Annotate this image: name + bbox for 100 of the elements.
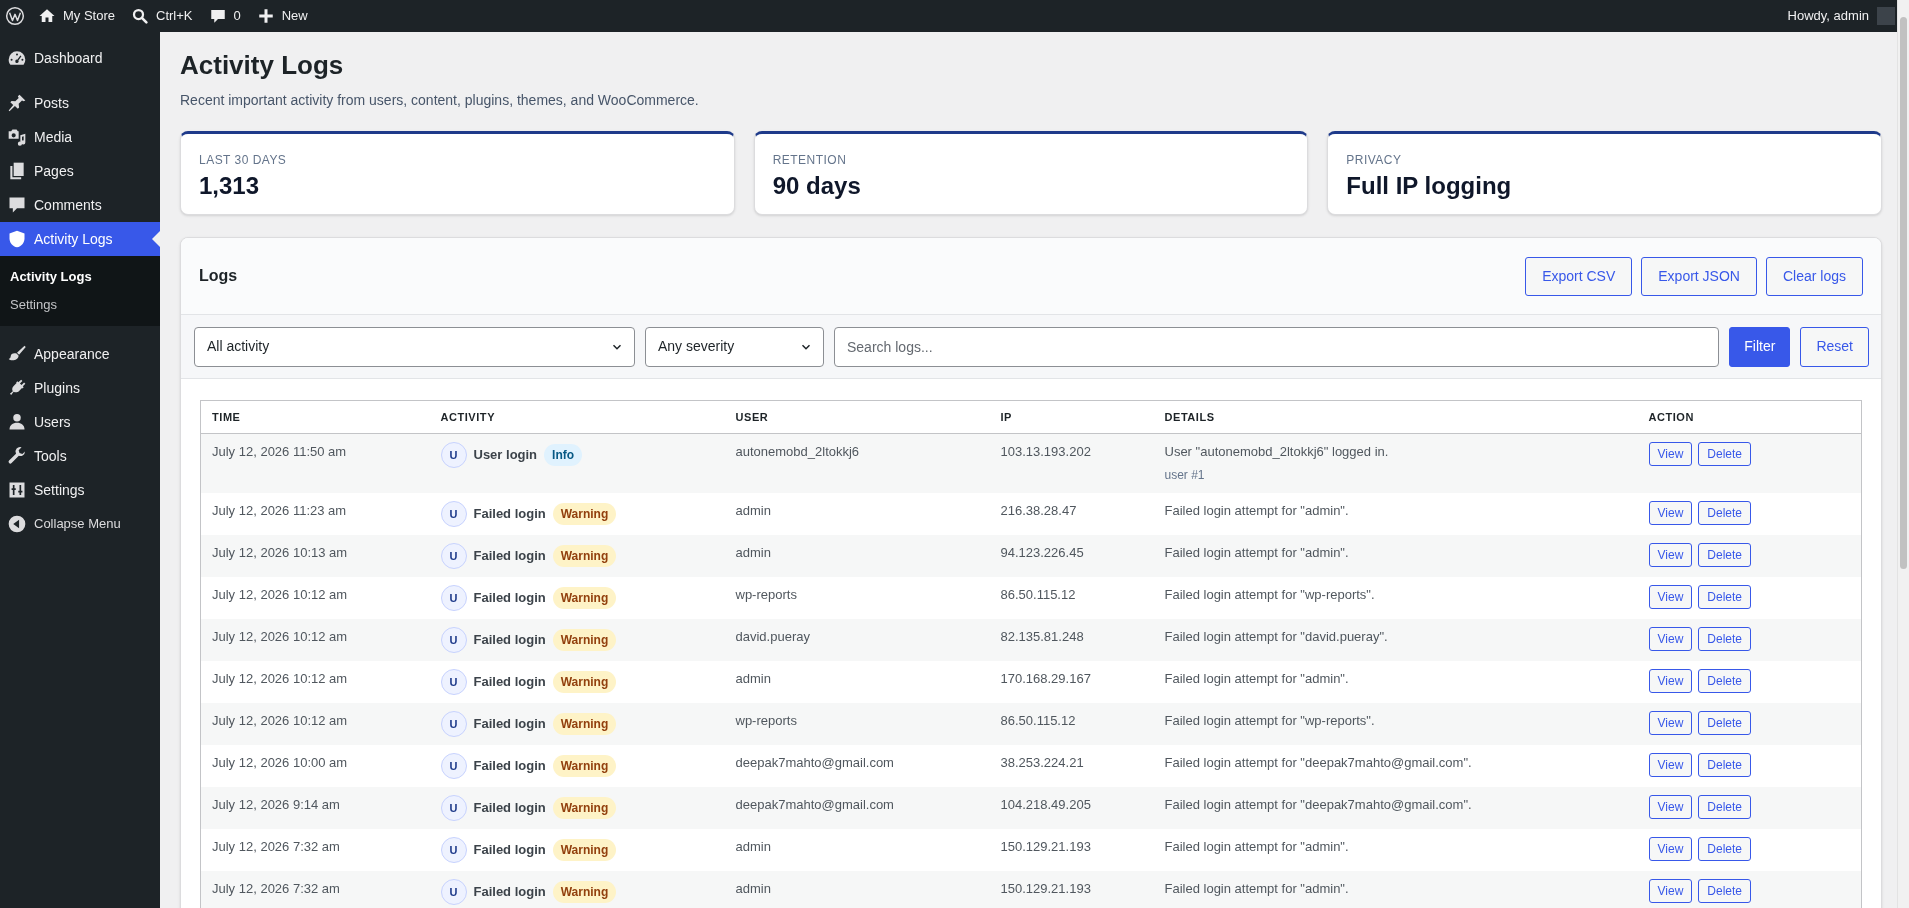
ip-text: 86.50.115.12 <box>1000 713 1076 728</box>
stat-label: LAST 30 DAYS <box>199 152 288 168</box>
search-link[interactable]: Ctrl+K <box>123 0 201 32</box>
header-button[interactable]: Export CSV <box>1525 256 1633 296</box>
ip-text: 150.129.21.193 <box>1000 839 1091 854</box>
view-button[interactable]: View <box>1648 585 1693 609</box>
delete-button[interactable]: Delete <box>1698 795 1751 819</box>
wrench-icon <box>7 446 27 466</box>
activity-label: Failed login <box>473 589 546 607</box>
time-text: July 12, 2026 11:23 am <box>212 503 347 518</box>
menu-item[interactable]: Posts <box>0 86 160 120</box>
collapse-icon <box>7 514 27 534</box>
header-button[interactable]: Export JSON <box>1641 256 1757 296</box>
column-header: DETAILS <box>1153 400 1638 434</box>
delete-button[interactable]: Delete <box>1698 753 1751 777</box>
activity-label: Failed login <box>473 883 546 901</box>
delete-button[interactable]: Delete <box>1698 543 1751 567</box>
user-avatar: U <box>440 627 467 653</box>
view-button[interactable]: View <box>1648 753 1693 777</box>
column-header: USER <box>724 400 990 434</box>
ip-text: 150.129.21.193 <box>1000 881 1091 896</box>
time-text: July 12, 2026 10:12 am <box>212 713 348 728</box>
user-avatar: U <box>440 837 467 863</box>
user-text: admin <box>735 545 771 560</box>
time-text: July 12, 2026 10:00 am <box>212 755 348 770</box>
column-header: TIME <box>200 400 430 434</box>
view-button[interactable]: View <box>1648 442 1693 466</box>
severity-badge: Warning <box>552 755 617 777</box>
delete-button[interactable]: Delete <box>1698 711 1751 735</box>
speech-bubble-icon <box>7 195 27 215</box>
submenu-item[interactable]: Activity Logs <box>0 263 160 291</box>
view-button[interactable]: View <box>1648 627 1693 651</box>
view-button[interactable]: View <box>1648 711 1693 735</box>
menu-item[interactable]: Users <box>0 405 160 439</box>
filter-button[interactable]: Filter <box>1729 326 1791 367</box>
severity-badge: Warning <box>552 881 617 903</box>
delete-button[interactable]: Delete <box>1698 585 1751 609</box>
user-text: autonemobd_2ltokkj6 <box>735 444 860 459</box>
submenu-item[interactable]: Settings <box>0 291 160 319</box>
delete-button[interactable]: Delete <box>1698 837 1751 861</box>
time-text: July 12, 2026 10:12 am <box>212 587 348 602</box>
column-header: IP <box>989 400 1154 434</box>
new-link[interactable]: New <box>248 0 316 32</box>
severity-badge: Info <box>544 444 583 466</box>
details-text: Failed login attempt for "deepak7mahto@gmail.com". <box>1164 754 1473 772</box>
user-text: wp-reports <box>735 587 797 602</box>
collapse-menu-button[interactable]: Collapse Menu <box>0 507 160 541</box>
stat-label: RETENTION <box>772 152 848 168</box>
activity-select[interactable]: All activity <box>194 326 635 367</box>
view-button[interactable]: View <box>1648 543 1693 567</box>
person-icon <box>7 412 27 432</box>
ip-text: 170.168.29.167 <box>1000 671 1091 686</box>
delete-button[interactable]: Delete <box>1698 879 1751 903</box>
pages-icon <box>7 161 27 181</box>
menu-item[interactable]: Pages <box>0 154 160 188</box>
menu-item[interactable]: Tools <box>0 439 160 473</box>
menu-item[interactable]: Activity Logs <box>0 222 160 256</box>
delete-button[interactable]: Delete <box>1698 669 1751 693</box>
panel-title: Logs <box>199 266 238 286</box>
media-icon <box>7 127 27 147</box>
activity-label: Failed login <box>473 799 546 817</box>
comments-link[interactable]: 0 <box>200 0 249 32</box>
delete-button[interactable]: Delete <box>1698 501 1751 525</box>
menu-item[interactable]: Settings <box>0 473 160 507</box>
view-button[interactable]: View <box>1648 837 1693 861</box>
menu-item[interactable]: Plugins <box>0 371 160 405</box>
header-button[interactable]: Clear logs <box>1765 256 1863 296</box>
menu-item[interactable]: Appearance <box>0 337 160 371</box>
site-link[interactable]: My Store <box>30 0 123 32</box>
stat-value: 1,313 <box>199 171 261 201</box>
page-title: Activity Logs <box>180 49 345 81</box>
delete-button[interactable]: Delete <box>1698 627 1751 651</box>
ip-text: 103.13.193.202 <box>1000 444 1091 459</box>
severity-badge: Warning <box>552 503 617 525</box>
scrollbar-thumb[interactable] <box>1900 17 1907 569</box>
account-menu[interactable]: Howdy, admin <box>1787 0 1897 32</box>
ip-text: 216.38.28.47 <box>1000 503 1077 518</box>
user-avatar: U <box>440 543 467 569</box>
view-button[interactable]: View <box>1648 669 1693 693</box>
activity-label: User login <box>473 446 538 464</box>
delete-button[interactable]: Delete <box>1698 442 1751 466</box>
shield-icon <box>7 229 27 249</box>
view-button[interactable]: View <box>1648 795 1693 819</box>
menu-item[interactable]: Comments <box>0 188 160 222</box>
view-button[interactable]: View <box>1648 501 1693 525</box>
scrollbar[interactable] <box>1897 0 1909 908</box>
details-text: Failed login attempt for "wp-reports". <box>1164 712 1376 730</box>
user-text: deepak7mahto@gmail.com <box>735 797 894 812</box>
view-button[interactable]: View <box>1648 879 1693 903</box>
column-header: ACTION <box>1637 400 1862 434</box>
reset-button[interactable]: Reset <box>1800 326 1869 367</box>
menu-item[interactable]: Dashboard <box>0 41 160 75</box>
search-field[interactable]: Search logs... <box>834 326 1720 367</box>
menu-item[interactable]: Media <box>0 120 160 154</box>
severity-select[interactable]: Any severity <box>645 326 824 367</box>
details-note: user #1 <box>1164 467 1206 484</box>
gauge-icon <box>7 48 27 68</box>
stat-value: 90 days <box>772 171 862 201</box>
severity-badge: Warning <box>552 839 617 861</box>
user-avatar: U <box>440 669 467 695</box>
